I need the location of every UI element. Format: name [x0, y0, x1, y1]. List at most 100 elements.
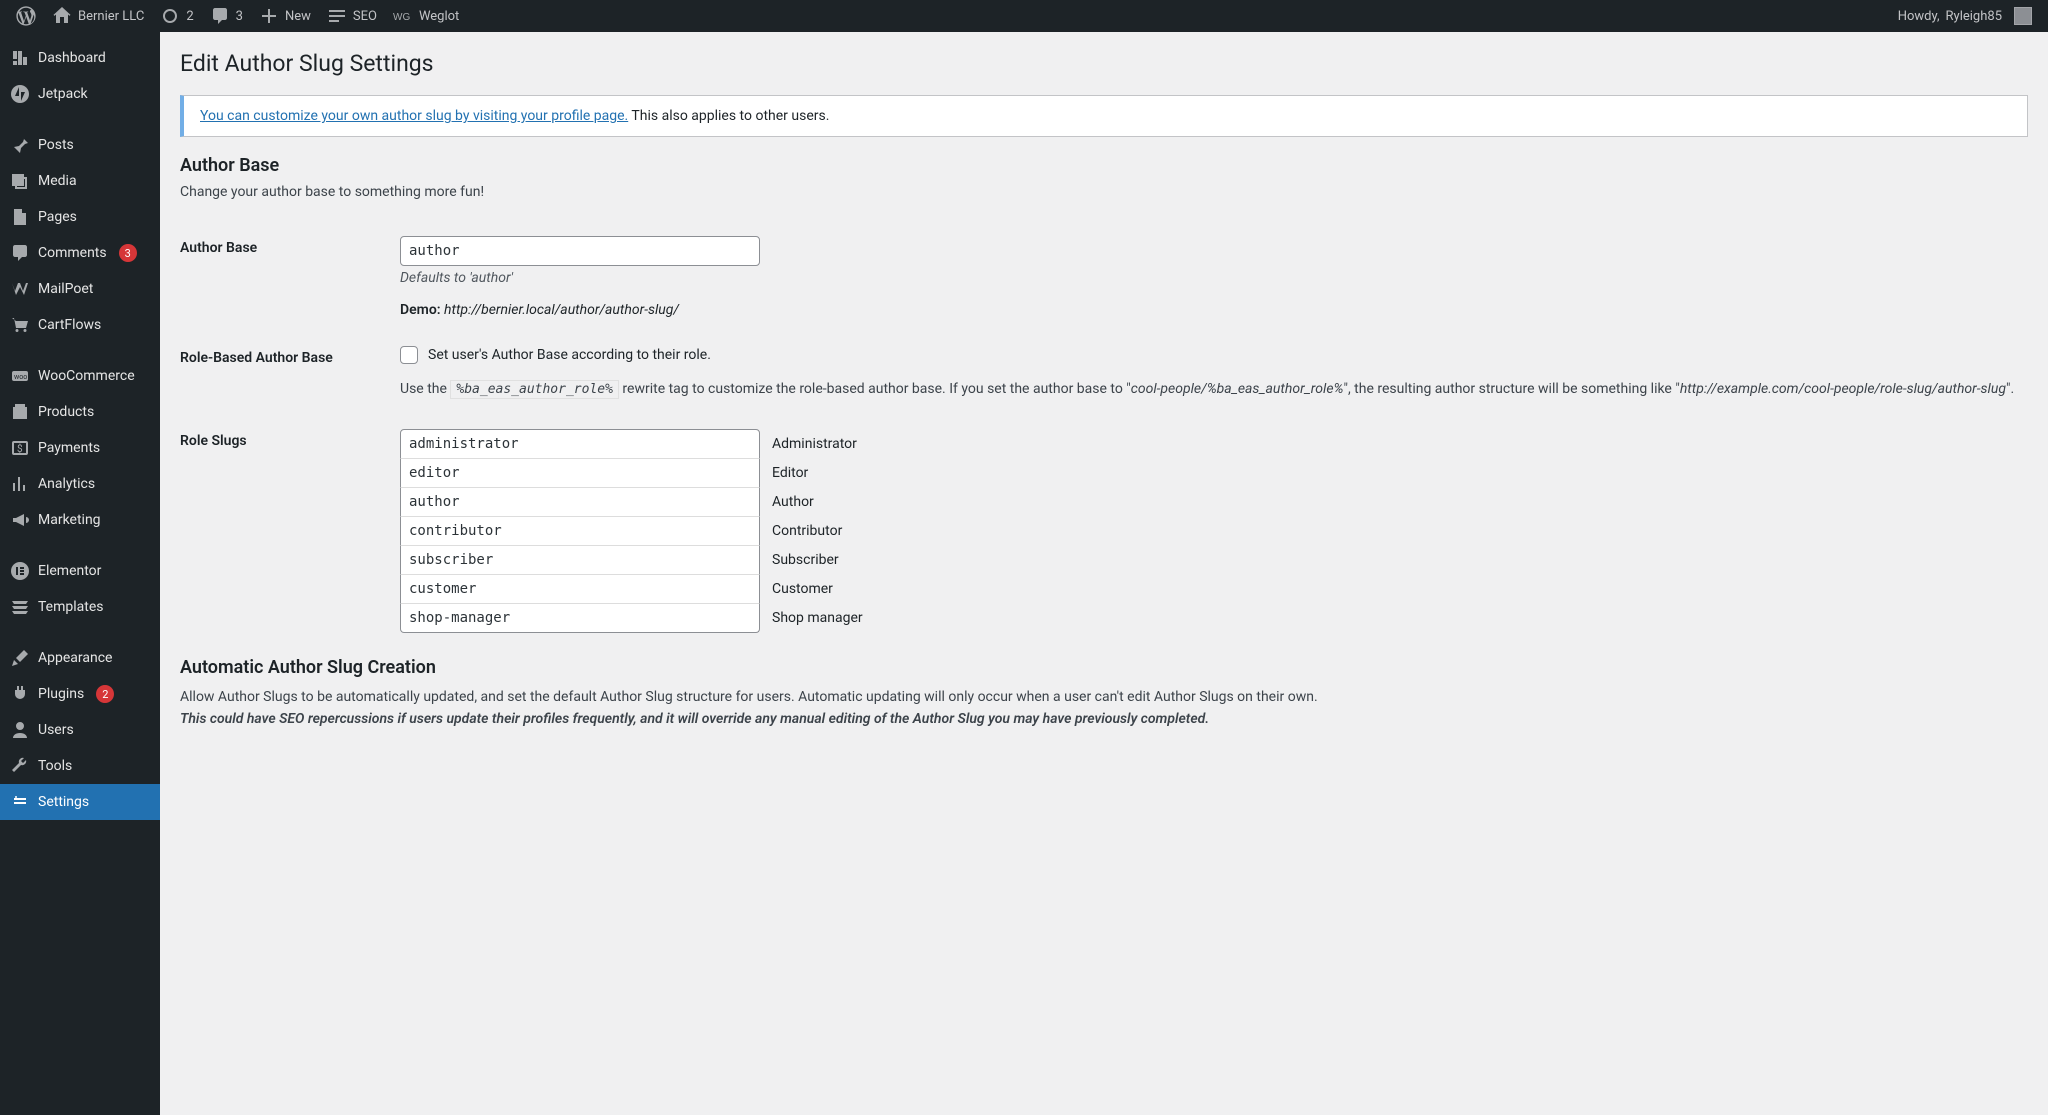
info-notice: You can customize your own author slug b…	[180, 95, 2028, 137]
notice-link[interactable]: You can customize your own author slug b…	[200, 108, 628, 124]
templates-icon	[10, 597, 30, 617]
role-slug-label: Contributor	[772, 523, 842, 539]
role-slug-label: Customer	[772, 581, 833, 597]
pin-icon	[10, 135, 30, 155]
sidebar-item-appearance[interactable]: Appearance	[0, 640, 160, 676]
role-based-row-label: Role-Based Author Base	[180, 332, 400, 415]
products-icon	[10, 402, 30, 422]
admin-bar: Bernier LLC 2 3 New SEO WG Weglot Howdy,…	[0, 0, 2048, 32]
weglot-link[interactable]: WG Weglot	[385, 0, 467, 32]
role-slug-input[interactable]	[400, 574, 760, 604]
sidebar-item-marketing[interactable]: Marketing	[0, 502, 160, 538]
settings-icon	[10, 792, 30, 812]
svg-text:$: $	[17, 442, 23, 455]
comments-badge: 3	[119, 244, 137, 262]
comment-icon	[210, 6, 230, 26]
svg-text:WG: WG	[393, 12, 410, 23]
brush-icon	[10, 648, 30, 668]
analytics-icon	[10, 474, 30, 494]
auto-heading: Automatic Author Slug Creation	[180, 657, 2028, 678]
jetpack-icon	[10, 84, 30, 104]
elementor-icon	[10, 561, 30, 581]
author-base-desc: Change your author base to something mor…	[180, 184, 2028, 200]
role-slug-input[interactable]	[400, 458, 760, 488]
comments-icon	[10, 243, 30, 263]
updates-count: 2	[186, 9, 193, 24]
author-base-input[interactable]	[400, 236, 760, 266]
sidebar-item-templates[interactable]: Templates	[0, 589, 160, 625]
role-slug-input[interactable]	[400, 429, 760, 459]
payments-icon: $	[10, 438, 30, 458]
role-slug-label: Author	[772, 494, 814, 510]
weglot-icon: WG	[393, 6, 413, 26]
sidebar-item-comments[interactable]: Comments3	[0, 235, 160, 271]
sidebar-item-dashboard[interactable]: Dashboard	[0, 40, 160, 76]
role-based-help: Use the %ba_eas_author_role% rewrite tag…	[400, 378, 2018, 401]
media-icon	[10, 171, 30, 191]
sidebar-item-woocommerce[interactable]: wooWooCommerce	[0, 358, 160, 394]
my-account[interactable]: Howdy, Ryleigh85	[1890, 0, 2040, 32]
role-slug-label: Editor	[772, 465, 808, 481]
plugin-icon	[10, 684, 30, 704]
seo-icon	[327, 6, 347, 26]
update-icon	[160, 6, 180, 26]
updates-link[interactable]: 2	[152, 0, 201, 32]
wp-logo[interactable]	[8, 0, 44, 32]
home-icon	[52, 6, 72, 26]
admin-sidebar: Dashboard Jetpack Posts Media Pages Comm…	[0, 32, 160, 1115]
sidebar-item-media[interactable]: Media	[0, 163, 160, 199]
role-slug-input[interactable]	[400, 487, 760, 517]
sidebar-item-posts[interactable]: Posts	[0, 127, 160, 163]
wordpress-icon	[16, 6, 36, 26]
page-title: Edit Author Slug Settings	[180, 50, 2028, 77]
author-base-heading: Author Base	[180, 155, 2028, 176]
sidebar-item-settings[interactable]: Settings	[0, 784, 160, 820]
page-icon	[10, 207, 30, 227]
role-slug-row: Editor	[400, 459, 2018, 488]
howdy-user: Ryleigh85	[1946, 9, 2002, 24]
site-name: Bernier LLC	[78, 9, 144, 24]
sidebar-item-mailpoet[interactable]: MailPoet	[0, 271, 160, 307]
role-slug-label: Subscriber	[772, 552, 839, 568]
role-slug-input[interactable]	[400, 603, 760, 633]
sidebar-item-cartflows[interactable]: CartFlows	[0, 307, 160, 343]
demo-label: Demo:	[400, 302, 441, 318]
role-slug-row: Author	[400, 488, 2018, 517]
plugins-badge: 2	[96, 685, 114, 703]
site-name-link[interactable]: Bernier LLC	[44, 0, 152, 32]
weglot-label: Weglot	[419, 9, 459, 24]
role-based-checkbox[interactable]	[400, 346, 418, 364]
new-link[interactable]: New	[251, 0, 319, 32]
dashboard-icon	[10, 48, 30, 68]
seo-link[interactable]: SEO	[319, 0, 385, 32]
role-slug-input[interactable]	[400, 516, 760, 546]
sidebar-item-elementor[interactable]: Elementor	[0, 553, 160, 589]
sidebar-item-payments[interactable]: $Payments	[0, 430, 160, 466]
role-slug-row: Administrator	[400, 429, 2018, 459]
auto-para: Allow Author Slugs to be automatically u…	[180, 686, 2028, 731]
megaphone-icon	[10, 510, 30, 530]
author-base-hint: Defaults to 'author'	[400, 270, 2018, 286]
role-slug-row: Subscriber	[400, 546, 2018, 575]
comments-link[interactable]: 3	[202, 0, 251, 32]
avatar	[2014, 7, 2032, 25]
rewrite-tag: %ba_eas_author_role%	[450, 380, 619, 399]
role-slug-label: Shop manager	[772, 610, 863, 626]
wrench-icon	[10, 756, 30, 776]
role-slug-row: Shop manager	[400, 604, 2018, 633]
sidebar-item-analytics[interactable]: Analytics	[0, 466, 160, 502]
howdy-prefix: Howdy,	[1898, 9, 1940, 24]
sidebar-item-users[interactable]: Users	[0, 712, 160, 748]
role-slug-input[interactable]	[400, 545, 760, 575]
sidebar-item-tools[interactable]: Tools	[0, 748, 160, 784]
user-icon	[10, 720, 30, 740]
role-based-checkbox-label: Set user's Author Base according to thei…	[428, 347, 711, 363]
sidebar-item-pages[interactable]: Pages	[0, 199, 160, 235]
role-slug-row: Customer	[400, 575, 2018, 604]
role-slugs-row-label: Role Slugs	[180, 415, 400, 647]
sidebar-item-plugins[interactable]: Plugins2	[0, 676, 160, 712]
comments-count: 3	[236, 9, 243, 24]
sidebar-item-products[interactable]: Products	[0, 394, 160, 430]
sidebar-item-jetpack[interactable]: Jetpack	[0, 76, 160, 112]
role-slug-row: Contributor	[400, 517, 2018, 546]
